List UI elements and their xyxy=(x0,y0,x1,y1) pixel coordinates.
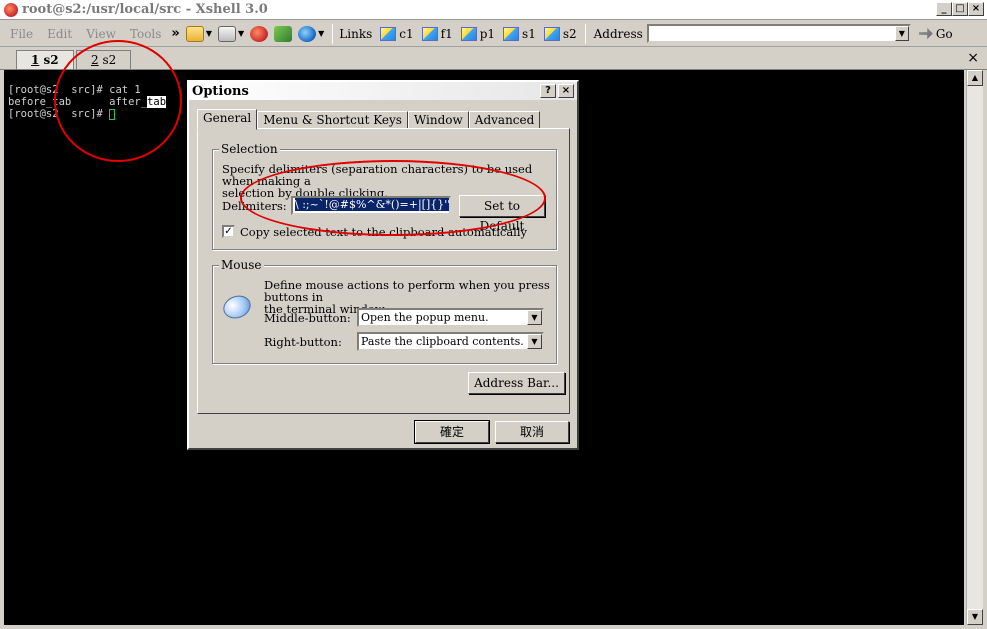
address-label: Address xyxy=(593,26,643,41)
menu-file[interactable]: File xyxy=(10,27,33,41)
scroll-up-icon[interactable]: ▲ xyxy=(967,70,983,86)
address-input[interactable]: ▼ xyxy=(646,24,911,43)
tab-menu-shortcut-keys[interactable]: Menu & Shortcut Keys xyxy=(257,111,408,129)
menu-tools[interactable]: Tools xyxy=(130,27,162,41)
cancel-button[interactable]: 取消 xyxy=(495,421,569,443)
scroll-down-icon[interactable]: ▼ xyxy=(967,609,983,625)
dialog-close-button[interactable]: × xyxy=(558,84,574,98)
link-icon xyxy=(503,26,520,41)
options-dialog: Options ? × General Menu & Shortcut Keys… xyxy=(187,80,579,450)
mouse-group-label: Mouse xyxy=(219,258,264,272)
xshell-app-icon[interactable] xyxy=(4,2,18,17)
selection-group-label: Selection xyxy=(219,142,280,156)
selection-group: Selection Specify delimiters (separation… xyxy=(212,142,557,250)
session-tab-1[interactable]: 1 s2 xyxy=(16,50,74,69)
open-dropdown-icon[interactable]: ▼ xyxy=(206,29,212,38)
globe-dropdown-icon[interactable]: ▼ xyxy=(318,29,324,38)
dialog-title: Options xyxy=(192,83,249,99)
terminal-scrollbar[interactable]: ▲ ▼ xyxy=(966,70,983,625)
address-dropdown-icon[interactable]: ▼ xyxy=(894,26,909,41)
link-icon xyxy=(380,26,397,41)
set-to-default-button[interactable]: Set to Default xyxy=(459,195,545,233)
middle-button-label: Middle-button: xyxy=(264,311,351,325)
right-button-label: Right-button: xyxy=(264,335,342,349)
close-button[interactable]: × xyxy=(968,2,984,16)
go-arrow-icon xyxy=(918,27,933,40)
transfer-icon[interactable] xyxy=(274,25,293,42)
delimiters-label: Delimiters: xyxy=(222,199,287,213)
window-title: root@s2:/usr/local/src - Xshell 3.0 xyxy=(22,2,268,17)
dialog-tabs: General Menu & Shortcut Keys Window Adva… xyxy=(197,109,541,130)
shell-icon[interactable] xyxy=(250,25,269,42)
menu-view[interactable]: View xyxy=(86,27,116,41)
tab-window[interactable]: Window xyxy=(407,111,469,129)
menu-overflow-chevron-icon[interactable]: » xyxy=(171,26,179,41)
mouse-icon xyxy=(220,291,254,323)
copy-selection-checkbox[interactable]: ✓ xyxy=(222,225,235,238)
copy-selection-label: Copy selected text to the clipboard auto… xyxy=(240,225,528,239)
chevron-down-icon[interactable]: ▼ xyxy=(527,310,542,325)
link-s1[interactable]: s1 xyxy=(503,26,536,41)
maximize-button[interactable]: □ xyxy=(952,2,968,16)
tab-advanced[interactable]: Advanced xyxy=(468,111,541,129)
toolbar-separator xyxy=(332,23,334,44)
menu-edit[interactable]: Edit xyxy=(47,27,72,41)
go-button[interactable]: Go xyxy=(918,27,953,41)
link-s2[interactable]: s2 xyxy=(543,26,577,41)
session-tab-2[interactable]: 2 s2 xyxy=(76,50,132,69)
address-bar-button[interactable]: Address Bar... xyxy=(468,372,565,394)
ok-button[interactable]: 確定 xyxy=(414,420,490,444)
properties-dropdown-icon[interactable]: ▼ xyxy=(238,29,244,38)
link-icon xyxy=(460,26,477,41)
open-folder-icon[interactable] xyxy=(185,25,204,42)
link-p1[interactable]: p1 xyxy=(460,26,495,41)
link-icon xyxy=(421,26,438,41)
minimize-button[interactable]: _ xyxy=(936,2,952,16)
general-tab-panel: Selection Specify delimiters (separation… xyxy=(197,128,570,414)
terminal-cursor xyxy=(109,108,116,120)
properties-icon[interactable] xyxy=(217,25,236,42)
menu-toolbar-row: File Edit View Tools » ▼ ▼ ▼ Links c1 f1… xyxy=(0,21,987,47)
link-f1[interactable]: f1 xyxy=(421,26,453,41)
globe-icon[interactable] xyxy=(298,25,317,42)
mouse-group: Mouse Define mouse actions to perform wh… xyxy=(212,258,557,364)
links-label: Links xyxy=(339,26,373,41)
selected-text: tab xyxy=(147,96,167,108)
session-tabstrip: 1 s2 2 s2 × xyxy=(0,48,987,70)
dialog-controls: ? × xyxy=(540,84,574,98)
delimiters-input[interactable]: \ :;~`!@#$%^&*()=+|[]{}'",<>? xyxy=(291,196,451,215)
link-icon xyxy=(543,26,560,41)
toolbar-separator xyxy=(584,23,586,44)
link-c1[interactable]: c1 xyxy=(380,26,414,41)
close-tab-icon[interactable]: × xyxy=(967,50,979,66)
chevron-down-icon[interactable]: ▼ xyxy=(527,334,542,349)
window-controls: _ □ × xyxy=(936,2,984,16)
dialog-title-bar: Options xyxy=(189,82,577,100)
selection-description: Specify delimiters (separation character… xyxy=(222,162,533,200)
help-button[interactable]: ? xyxy=(540,84,556,98)
middle-button-select[interactable]: Open the popup menu. ▼ xyxy=(357,308,544,327)
title-bar: root@s2:/usr/local/src - Xshell 3.0 _ □ … xyxy=(0,0,987,20)
right-button-select[interactable]: Paste the clipboard contents. ▼ xyxy=(357,332,544,351)
tab-general[interactable]: General xyxy=(197,109,258,130)
